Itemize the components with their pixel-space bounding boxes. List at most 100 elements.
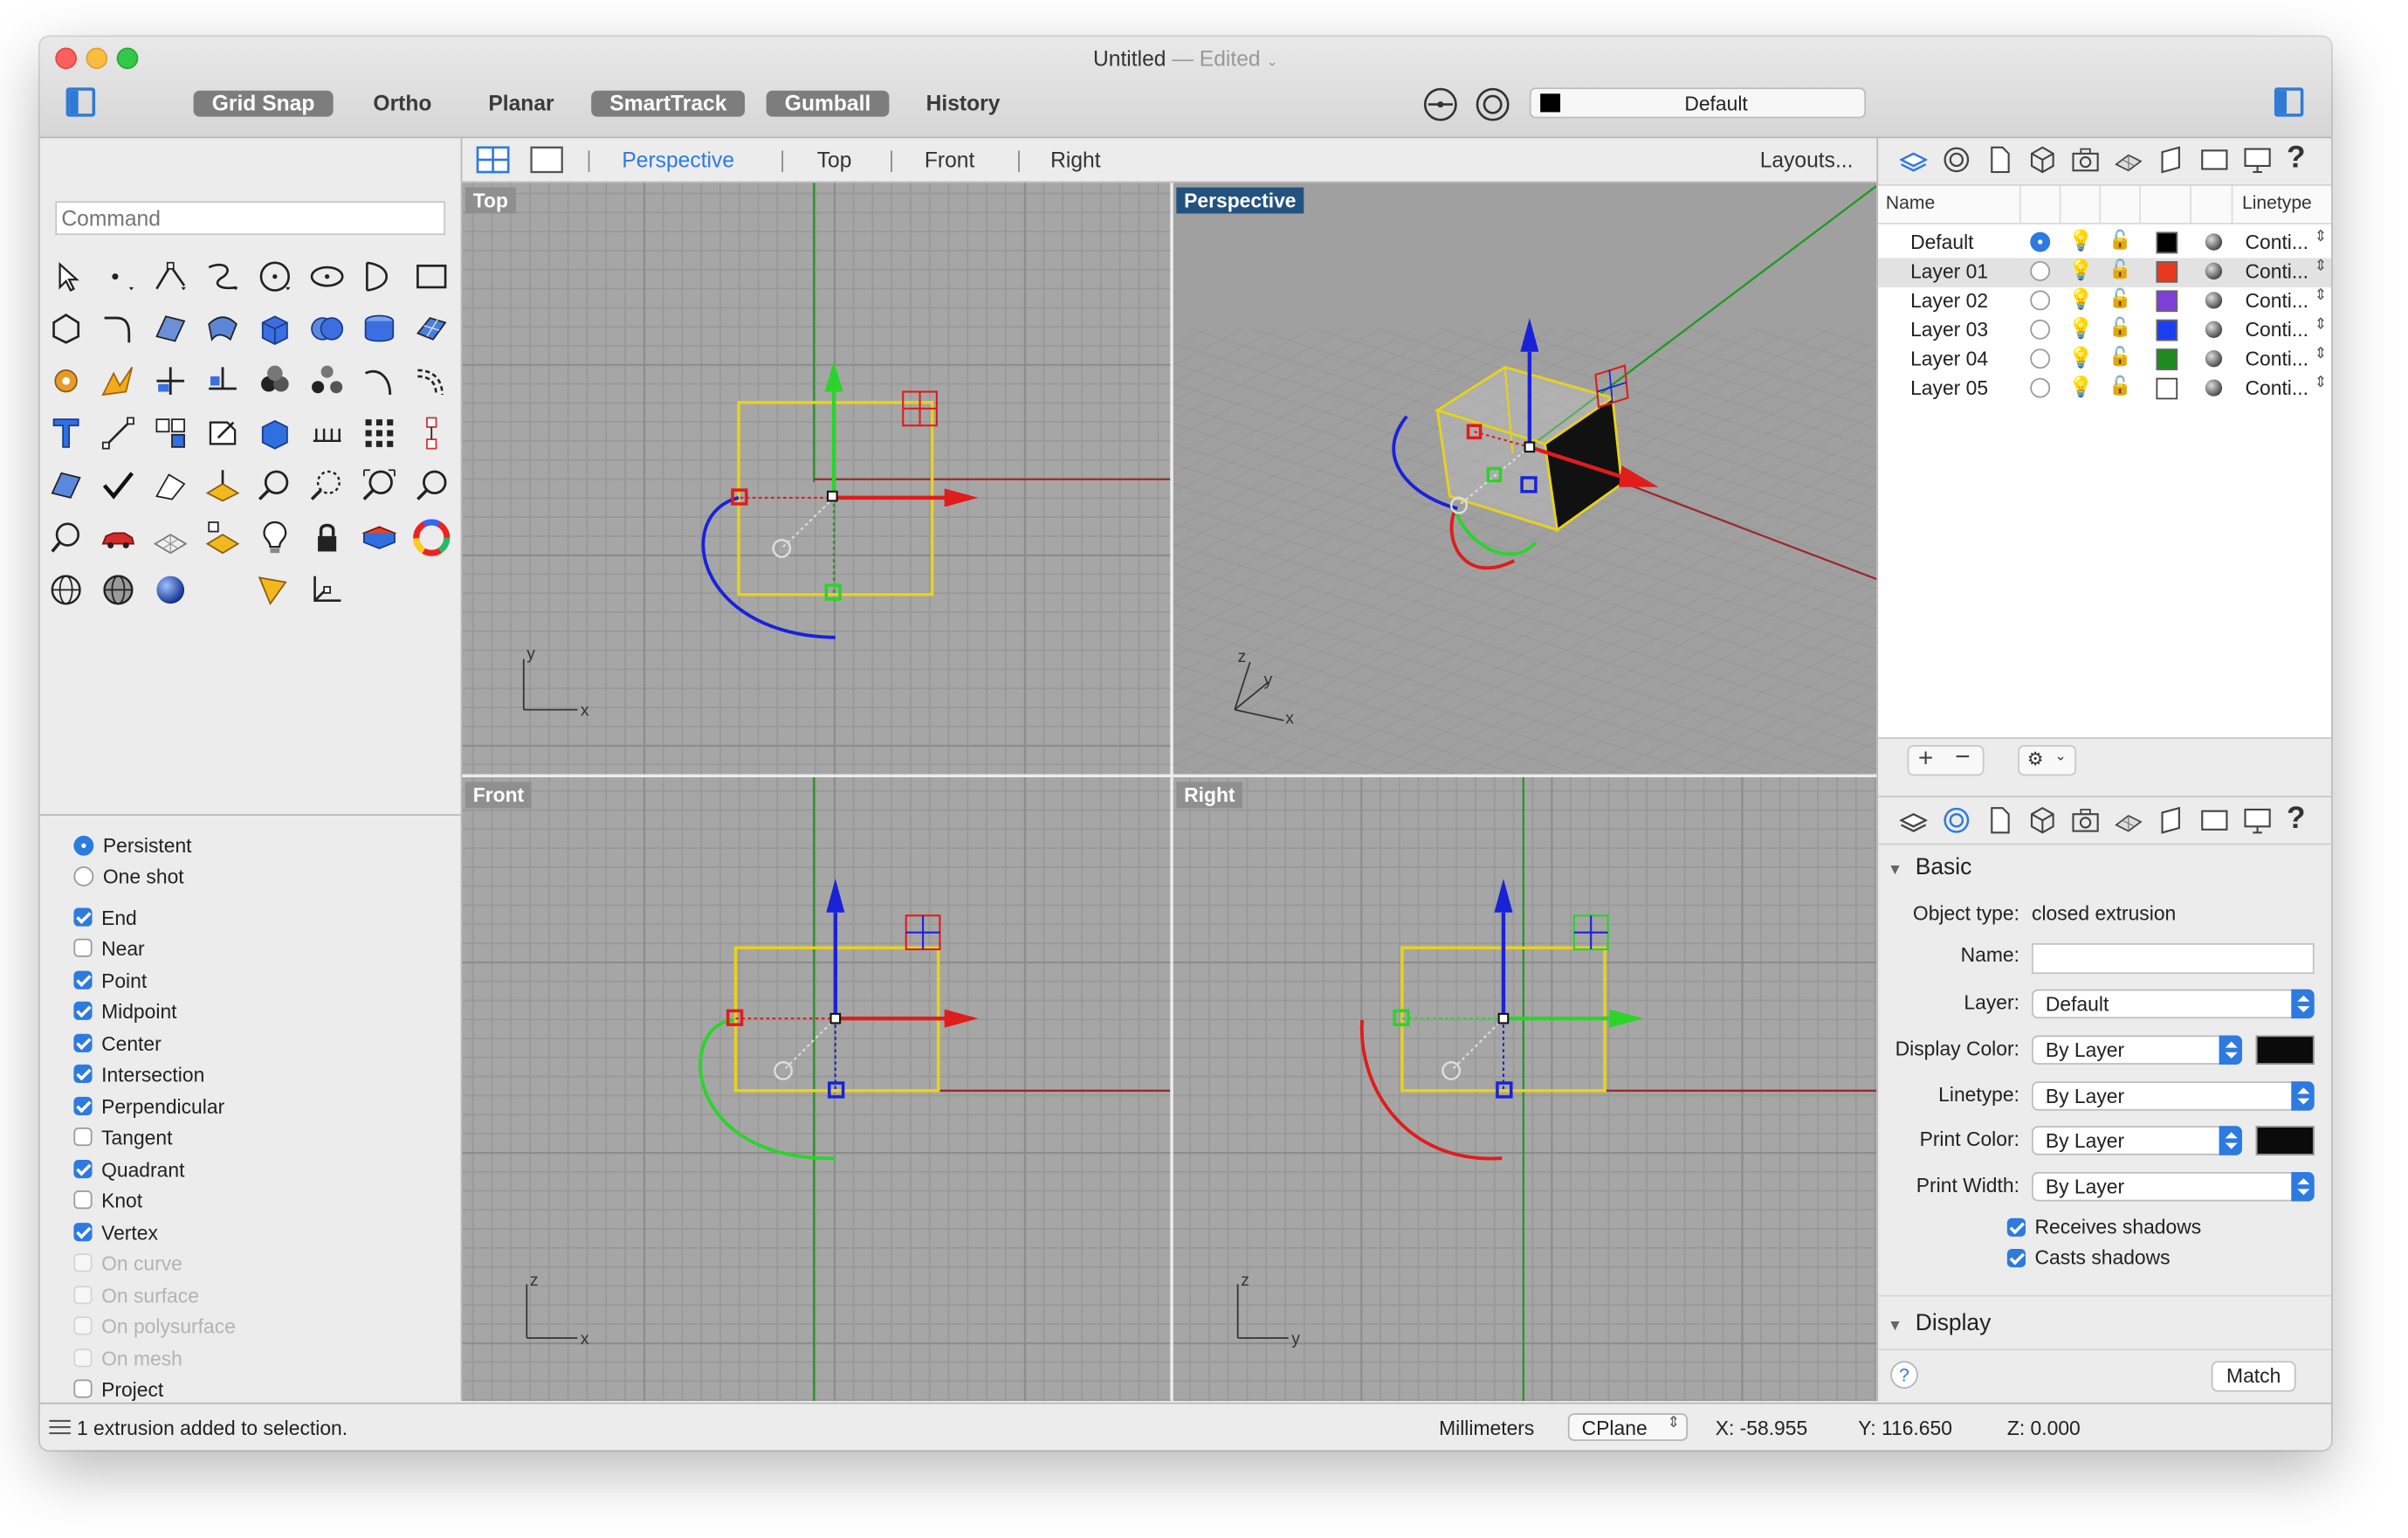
lock-icon[interactable]: 🔓	[2109, 287, 2131, 309]
lightbulb-icon[interactable]	[255, 518, 295, 558]
viewport-right[interactable]: z y Right	[1173, 777, 1877, 1402]
osnap-perpendicular[interactable]: Perpendicular	[73, 1093, 224, 1121]
lock-icon[interactable]: 🔓	[2109, 258, 2131, 279]
layer-linetype[interactable]: Conti...	[2246, 348, 2308, 370]
osnap-end-checkbox[interactable]	[73, 907, 93, 927]
layer-color-swatch[interactable]	[2156, 231, 2178, 254]
group-icon[interactable]	[255, 361, 295, 401]
arc-icon[interactable]	[360, 257, 400, 297]
history-toggle[interactable]: History	[908, 91, 1019, 117]
ellipse-icon[interactable]	[307, 257, 347, 297]
grid-plane-icon[interactable]	[150, 518, 190, 558]
osnap-quadrant[interactable]: Quadrant	[73, 1155, 184, 1183]
lightbulb-icon[interactable]: 💡	[2068, 258, 2093, 282]
chevron-updown-icon[interactable]: ⇕	[2315, 316, 2328, 333]
help-button[interactable]: ?	[1890, 1361, 1918, 1390]
osnap-knot[interactable]: Knot	[73, 1186, 142, 1214]
set-cplane-icon[interactable]	[203, 466, 243, 506]
chevron-updown-icon[interactable]: ⇕	[2315, 258, 2328, 274]
osnap-tangent[interactable]: Tangent	[73, 1123, 172, 1151]
gumball-align-icon[interactable]	[307, 570, 347, 610]
osnap-intersection-checkbox[interactable]	[73, 1064, 93, 1084]
shaded-display-icon[interactable]	[99, 570, 139, 610]
chevron-updown-icon[interactable]: ⇕	[2315, 287, 2328, 304]
layer-row[interactable]: Layer 04 💡 🔓 Conti... ⇕	[1878, 346, 2331, 375]
material-sphere-icon[interactable]	[2205, 233, 2223, 251]
history-chain-icon[interactable]	[411, 413, 451, 453]
viewport-label-top[interactable]: Top	[464, 187, 516, 214]
point-icon[interactable]	[99, 257, 139, 297]
add-layer-button[interactable]: +	[1918, 743, 1933, 774]
osnap-knot-checkbox[interactable]	[73, 1190, 93, 1210]
gumball-toggle[interactable]: Gumball	[766, 90, 890, 117]
material-sphere-icon[interactable]	[2205, 350, 2223, 368]
print-color-select[interactable]: By Layer	[2032, 1126, 2242, 1155]
single-view-layout-icon[interactable]	[530, 146, 564, 174]
display-color-swatch[interactable]	[2255, 1035, 2315, 1065]
circle-icon[interactable]	[255, 257, 295, 297]
lock-icon[interactable]: 🔓	[2109, 346, 2131, 368]
layer-current-radio[interactable]	[2030, 290, 2051, 311]
lock-icon[interactable]: 🔓	[2109, 229, 2131, 251]
layers-header-name[interactable]: Name	[1886, 192, 1935, 214]
polyline-icon[interactable]	[150, 257, 190, 297]
zoom-extents-icon[interactable]	[360, 466, 400, 506]
layer-current-radio[interactable]	[2030, 348, 2051, 369]
remove-layer-button[interactable]: −	[1955, 742, 1970, 773]
display-monitor-icon[interactable]	[2244, 806, 2272, 834]
viewport-perspective[interactable]: z y x Perspective	[1173, 183, 1877, 775]
camera-icon[interactable]	[2072, 806, 2100, 834]
surface-icon[interactable]	[150, 309, 190, 349]
layer-color-swatch[interactable]	[2156, 377, 2178, 400]
four-view-layout-icon[interactable]	[476, 146, 510, 174]
osnap-center[interactable]: Center	[73, 1029, 162, 1057]
match-button[interactable]: Match	[2211, 1361, 2296, 1392]
print-width-select[interactable]: By Layer	[2032, 1172, 2315, 1202]
split-icon[interactable]	[203, 361, 243, 401]
layer-current-radio[interactable]	[2030, 377, 2051, 398]
join-curve-icon[interactable]	[360, 361, 400, 401]
layer-linetype[interactable]: Conti...	[2246, 289, 2308, 312]
layer-name[interactable]: Layer 01	[1910, 259, 1988, 282]
chevron-updown-icon[interactable]: ⇕	[2315, 375, 2328, 391]
curve-icon[interactable]	[203, 257, 243, 297]
offset-curve-icon[interactable]	[411, 361, 451, 401]
toggle-right-sidebar-icon[interactable]	[2274, 87, 2304, 117]
display-section-header[interactable]: ▼ Display	[1888, 1310, 1992, 1336]
lock-icon[interactable]: 🔓	[2109, 375, 2131, 397]
polygon-icon[interactable]	[46, 309, 86, 349]
cplane-select[interactable]: CPlane ⇕	[1567, 1413, 1689, 1441]
layer-current-radio[interactable]	[2030, 261, 2051, 281]
layer-name[interactable]: Layer 03	[1910, 318, 1988, 341]
casts-shadows-checkbox[interactable]	[2006, 1248, 2026, 1267]
object-name-field[interactable]	[2032, 942, 2315, 975]
tab-perspective[interactable]: Perspective	[622, 148, 734, 172]
osnap-target-icon[interactable]	[1475, 86, 1511, 122]
osnap-quadrant-checkbox[interactable]	[73, 1159, 93, 1179]
lock-icon[interactable]	[307, 518, 347, 558]
layer-color-swatch[interactable]	[2156, 290, 2178, 313]
cylinder-icon[interactable]	[360, 309, 400, 349]
rectangle-panel-icon[interactable]	[2201, 146, 2229, 174]
osnap-point[interactable]: Point	[73, 966, 147, 994]
array-icon[interactable]	[307, 413, 347, 453]
lightbulb-icon[interactable]: 💡	[2068, 287, 2093, 312]
layer-row[interactable]: Layer 01 💡 🔓 Conti... ⇕	[1878, 258, 2332, 287]
viewport-label-perspective[interactable]: Perspective	[1176, 187, 1304, 214]
check-icon[interactable]	[99, 466, 139, 506]
edit-points-icon[interactable]	[203, 413, 243, 453]
document-icon[interactable]	[1985, 146, 2013, 174]
layer-dropdown[interactable]: Default	[1529, 87, 1867, 119]
layer-row[interactable]: Layer 02 💡 🔓 Conti... ⇕	[1878, 287, 2331, 316]
layer-current-radio[interactable]	[2030, 319, 2051, 340]
loft-icon[interactable]	[203, 309, 243, 349]
tab-right[interactable]: Right	[1050, 148, 1100, 172]
zoom-icon[interactable]	[255, 466, 295, 506]
one-shot-radio[interactable]	[73, 866, 94, 886]
document-icon[interactable]	[1985, 806, 2013, 834]
layer-row[interactable]: Layer 03 💡 🔓 Conti... ⇕	[1878, 316, 2331, 345]
layer-name[interactable]: Layer 04	[1910, 348, 1988, 370]
help-icon[interactable]: ?	[2287, 141, 2305, 176]
osnap-intersection[interactable]: Intersection	[73, 1060, 204, 1088]
viewport-label-front[interactable]: Front	[464, 782, 532, 809]
